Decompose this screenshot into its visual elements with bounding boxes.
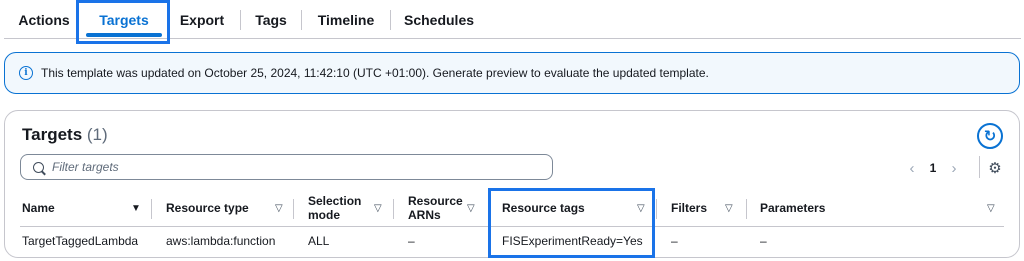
column-header-name[interactable]: Name — [22, 190, 112, 226]
column-header-filters[interactable]: Filters — [671, 190, 721, 226]
targets-title-label: Targets — [22, 125, 83, 144]
sort-icon[interactable]: ▽ — [987, 190, 995, 226]
highlight-box-resource-tags — [488, 188, 655, 258]
tab-divider — [390, 10, 391, 30]
column-header-resource-arns[interactable]: Resource ARNs — [408, 190, 466, 226]
alert-message: This template was updated on October 25,… — [41, 66, 709, 80]
column-divider — [393, 199, 394, 219]
column-header-selection-mode[interactable]: Selection mode — [308, 190, 368, 226]
filter-targets-search — [20, 154, 553, 180]
column-divider — [656, 199, 657, 219]
tab-tags[interactable]: Tags — [255, 0, 287, 39]
cell-name: TargetTaggedLambda — [22, 234, 139, 248]
column-divider — [293, 199, 294, 219]
targets-count: (1) — [86, 125, 108, 144]
gear-icon: ⚙ — [988, 160, 1002, 177]
column-header-parameters[interactable]: Parameters — [760, 190, 850, 226]
refresh-icon: ↻ — [983, 128, 997, 145]
tab-divider — [240, 10, 241, 30]
tab-schedules[interactable]: Schedules — [404, 0, 474, 39]
search-icon — [33, 161, 44, 173]
column-divider — [151, 199, 152, 219]
cell-resource-arns: – — [408, 234, 415, 248]
sort-icon[interactable]: ▽ — [374, 190, 382, 226]
sort-icon[interactable]: ▽ — [725, 190, 733, 226]
sort-icon[interactable]: ▽ — [467, 190, 475, 226]
refresh-button[interactable]: ↻ — [977, 123, 1003, 149]
tab-export[interactable]: Export — [180, 0, 224, 39]
next-page-icon[interactable]: › — [945, 160, 963, 177]
previous-page-icon[interactable]: ‹ — [903, 160, 921, 177]
cell-filters: – — [671, 234, 678, 248]
current-page-number[interactable]: 1 — [921, 161, 945, 175]
pagination-divider — [979, 156, 980, 178]
cell-resource-type: aws:lambda:function — [166, 234, 276, 248]
tab-actions[interactable]: Actions — [18, 0, 69, 39]
sort-descending-icon[interactable]: ▼ — [131, 190, 141, 226]
column-divider — [746, 199, 747, 219]
highlight-box-targets-tab — [76, 0, 170, 44]
tab-divider — [301, 10, 302, 30]
info-icon: i — [19, 66, 33, 80]
preferences-button[interactable]: ⚙ — [985, 158, 1005, 178]
cell-parameters: – — [760, 234, 767, 248]
tab-timeline[interactable]: Timeline — [318, 0, 375, 39]
filter-targets-input[interactable] — [52, 160, 532, 174]
column-header-resource-type[interactable]: Resource type — [166, 190, 266, 226]
info-alert: i This template was updated on October 2… — [4, 52, 1020, 94]
pagination: ‹ 1 › — [903, 156, 963, 180]
sort-icon[interactable]: ▽ — [275, 190, 283, 226]
targets-title: Targets (1) — [22, 125, 108, 145]
cell-selection-mode: ALL — [308, 234, 330, 248]
